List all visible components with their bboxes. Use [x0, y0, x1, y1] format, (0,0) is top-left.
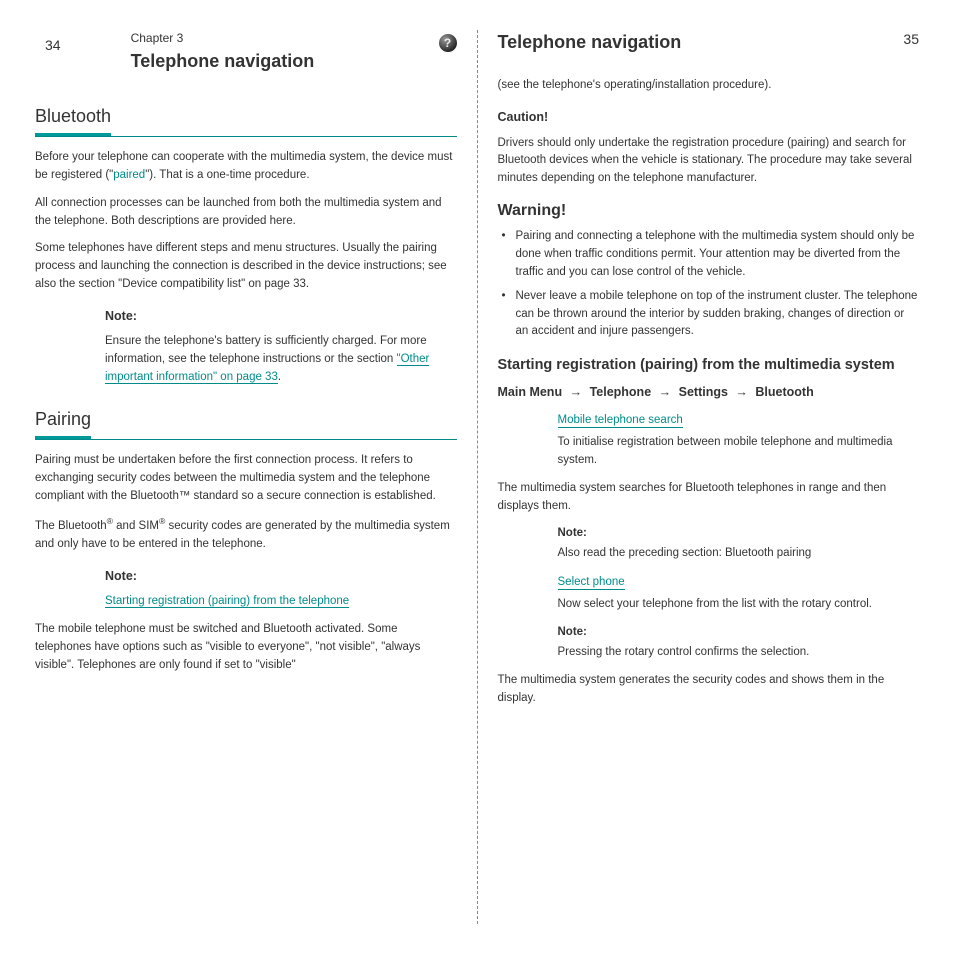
note-text: Also read the preceding section: Bluetoo…	[558, 545, 920, 563]
body-text: Pairing must be undertaken before the fi…	[35, 452, 457, 505]
menu-desc: Now select your telephone from the list …	[558, 596, 920, 614]
body-text: The Bluetooth® and SIM® security codes a…	[35, 515, 457, 553]
breadcrumb: Main Menu → Telephone → Settings → Bluet…	[498, 384, 920, 402]
note-label: Note:	[105, 308, 457, 326]
body-text: The multimedia system searches for Bluet…	[498, 480, 920, 516]
note-label: Note:	[105, 568, 457, 586]
warning-bullet: Pairing and connecting a telephone with …	[502, 228, 920, 281]
menu-item-mobile-search[interactable]: Mobile telephone search	[558, 414, 683, 428]
chapter-number: Chapter 3	[131, 30, 429, 47]
note-link[interactable]: Starting registration (pairing) from the…	[105, 593, 457, 611]
chapter-title-right: Telephone navigation	[498, 30, 682, 55]
page-number-right: 35	[903, 30, 919, 50]
section-title-pairing: Pairing	[35, 407, 91, 439]
caution-text: Drivers should only undertake the regist…	[498, 135, 920, 188]
warning-bullet: Never leave a mobile telephone on top of…	[502, 288, 920, 341]
chapter-title-left: Telephone navigation	[131, 49, 429, 74]
note-label: Note:	[558, 525, 920, 541]
section-title-bluetooth: Bluetooth	[35, 104, 111, 136]
help-icon[interactable]: ?	[439, 34, 457, 52]
arrow-right-icon: →	[659, 385, 672, 399]
body-text: (see the telephone's operating/installat…	[498, 77, 920, 95]
body-text: Some telephones have different steps and…	[35, 240, 457, 293]
body-text: The mobile telephone must be switched an…	[35, 621, 457, 674]
menu-desc: To initialise registration between mobil…	[558, 434, 920, 470]
note-label: Note:	[558, 624, 920, 640]
body-text: Before your telephone can cooperate with…	[35, 149, 457, 185]
arrow-right-icon: →	[570, 385, 583, 399]
note-text: Pressing the rotary control confirms the…	[558, 644, 920, 662]
page-number-left: 34	[45, 36, 61, 56]
right-section-title: Starting registration (pairing) from the…	[498, 355, 920, 375]
column-divider	[477, 30, 478, 924]
body-text: All connection processes can be launched…	[35, 195, 457, 231]
warning-title: Warning!	[498, 200, 920, 222]
note-text: Ensure the telephone's battery is suffic…	[105, 333, 457, 386]
caution-title: Caution!	[498, 109, 920, 127]
body-text: The multimedia system generates the secu…	[498, 672, 920, 708]
menu-item-select-phone[interactable]: Select phone	[558, 576, 625, 590]
arrow-right-icon: →	[735, 385, 748, 399]
